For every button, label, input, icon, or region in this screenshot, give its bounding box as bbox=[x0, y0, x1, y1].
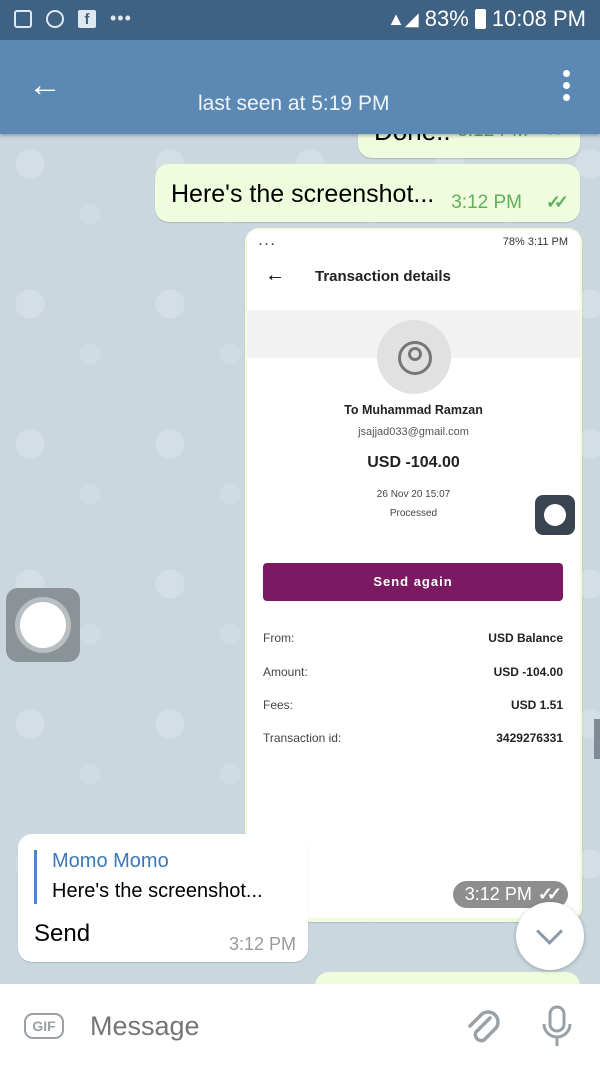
transaction-screenshot[interactable]: ... 78% 3:11 PM ← Transaction details To… bbox=[247, 230, 580, 918]
back-arrow-icon[interactable]: ← bbox=[28, 68, 62, 102]
send-again-button: Send again bbox=[263, 563, 563, 601]
screenshot-header: ← Transaction details bbox=[247, 254, 580, 310]
screenshot-title: Transaction details bbox=[315, 268, 451, 285]
outgoing-message-next[interactable] bbox=[315, 972, 580, 984]
clock: 10:08 PM bbox=[491, 6, 586, 31]
reply-quote-bar bbox=[34, 850, 37, 904]
recipient-email: jsajjad033@gmail.com bbox=[358, 426, 469, 438]
transaction-date: 26 Nov 20 15:07 bbox=[376, 489, 451, 500]
assistive-touch-button[interactable] bbox=[6, 588, 80, 662]
gallery-notification-icon bbox=[14, 9, 32, 28]
more-options-icon[interactable] bbox=[563, 70, 570, 101]
paperclip-icon[interactable] bbox=[462, 1004, 502, 1048]
more-notifications-icon: ••• bbox=[110, 8, 132, 28]
status-bar: f ••• ▲◢ 83% 10:08 PM bbox=[0, 0, 600, 40]
scrollbar[interactable] bbox=[594, 719, 600, 759]
message-text: Done.. bbox=[374, 134, 451, 147]
double-check-icon: ✓✓ bbox=[546, 134, 569, 141]
message-text: Here's the screenshot... bbox=[171, 180, 435, 208]
message-time: 3:12 PM bbox=[451, 192, 522, 213]
reply-author[interactable]: Momo Momo bbox=[52, 850, 169, 873]
detail-row: Transaction id: 3429276331 bbox=[263, 731, 563, 745]
incoming-message[interactable]: Momo Momo Here's the screenshot... Send … bbox=[18, 834, 308, 962]
last-seen-status: last seen at 5:19 PM bbox=[198, 92, 390, 115]
recipient-name: To Muhammad Ramzan bbox=[344, 403, 483, 417]
message-input-bar: GIF bbox=[0, 984, 600, 1067]
brightness-notification-icon bbox=[46, 9, 64, 28]
message-time: 3:12 PM bbox=[457, 134, 528, 142]
chat-area[interactable]: Done.. 3:12 PM ✓✓ Here's the screenshot.… bbox=[0, 134, 600, 984]
message-input[interactable] bbox=[88, 1010, 432, 1043]
transaction-amount: USD -104.00 bbox=[367, 454, 460, 471]
battery-percent: 83% bbox=[424, 6, 469, 31]
screenshot-status-bar: ... 78% 3:11 PM bbox=[259, 236, 568, 248]
chevron-down-icon bbox=[536, 918, 563, 945]
photo-message[interactable]: ... 78% 3:11 PM ← Transaction details To… bbox=[245, 228, 582, 922]
scroll-down-button[interactable] bbox=[516, 902, 584, 970]
wifi-signal-icon: ▲◢ bbox=[387, 8, 419, 29]
outgoing-message-partial[interactable]: Done.. 3:12 PM ✓✓ bbox=[358, 134, 580, 158]
message-text: Send bbox=[34, 920, 91, 947]
gif-button[interactable]: GIF bbox=[24, 1013, 64, 1039]
assistive-touch-icon bbox=[535, 495, 575, 535]
message-time: 3:12 PM bbox=[228, 934, 296, 954]
facebook-notification-icon: f bbox=[78, 9, 96, 28]
transaction-status: Processed bbox=[389, 508, 438, 519]
chat-header: ← last seen at 5:19 PM bbox=[0, 40, 600, 134]
double-check-icon: ✓✓ bbox=[537, 884, 562, 904]
user-avatar-icon bbox=[377, 320, 451, 394]
double-check-icon: ✓✓ bbox=[545, 192, 569, 212]
back-arrow-icon: ← bbox=[265, 264, 285, 286]
microphone-icon[interactable] bbox=[540, 1004, 574, 1050]
detail-row: Amount: USD -104.00 bbox=[263, 665, 563, 679]
detail-row: Fees: USD 1.51 bbox=[263, 698, 563, 712]
outgoing-message[interactable]: Here's the screenshot... 3:12 PM ✓✓ bbox=[155, 164, 580, 222]
battery-icon bbox=[474, 9, 486, 29]
reply-text[interactable]: Here's the screenshot... bbox=[52, 880, 263, 903]
detail-row: From: USD Balance bbox=[263, 631, 563, 645]
